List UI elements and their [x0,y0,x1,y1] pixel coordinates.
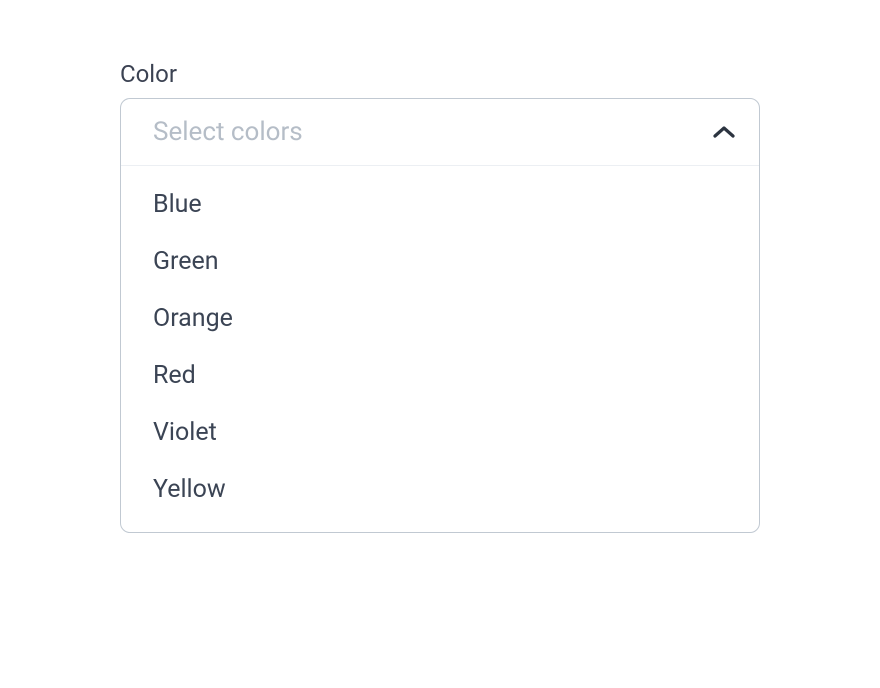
option-orange[interactable]: Orange [121,290,759,347]
field-label: Color [120,60,760,88]
option-violet[interactable]: Violet [121,404,759,461]
color-select: Select colors Blue Green Orange Red Viol… [120,98,760,533]
option-green[interactable]: Green [121,233,759,290]
option-blue[interactable]: Blue [121,176,759,233]
select-placeholder: Select colors [153,117,303,147]
option-yellow[interactable]: Yellow [121,461,759,518]
options-list: Blue Green Orange Red Violet Yellow [121,166,759,532]
option-red[interactable]: Red [121,347,759,404]
chevron-up-icon [713,121,735,143]
select-header[interactable]: Select colors [121,99,759,166]
color-field: Color Select colors Blue Green Orange Re… [120,60,760,533]
